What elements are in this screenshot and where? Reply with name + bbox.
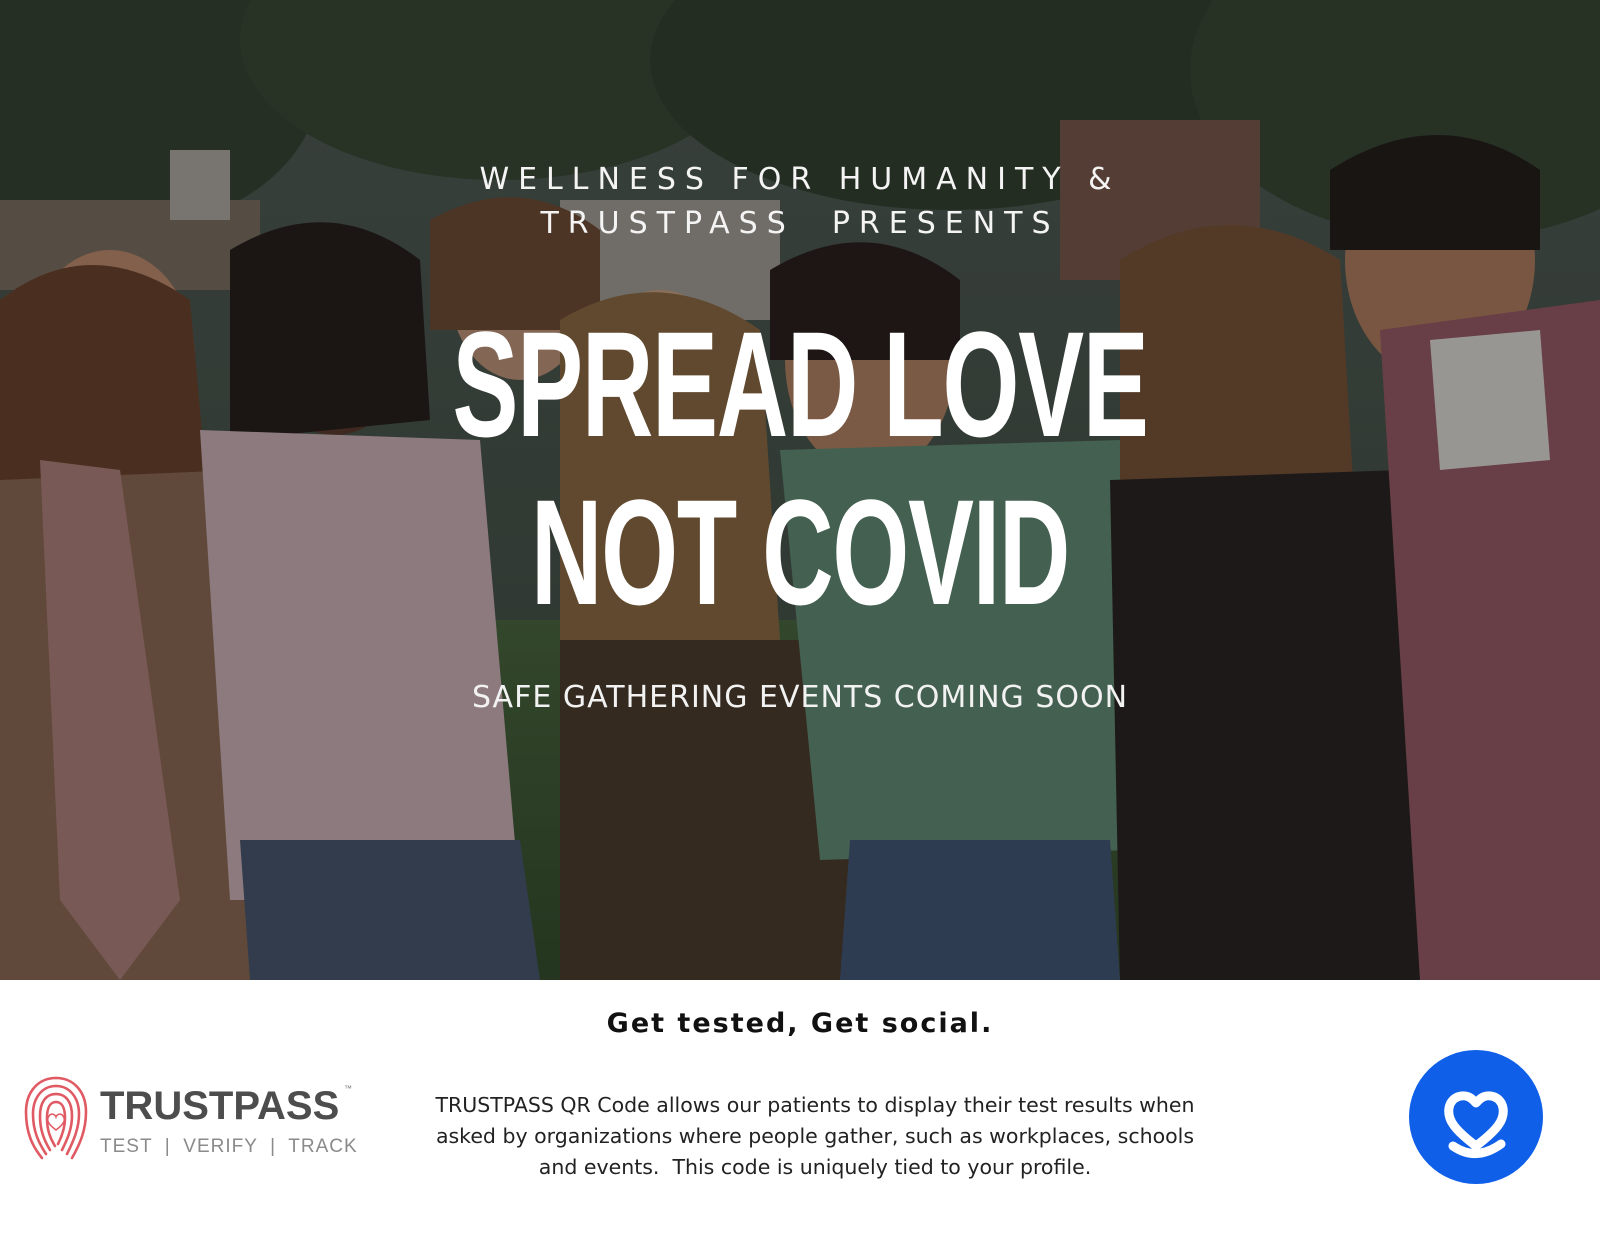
heart-check-icon <box>1444 1091 1508 1158</box>
event-poster: WELLNESS FOR HUMANITY & TRUSTPASS PRESEN… <box>0 0 1600 1236</box>
hero-section: WELLNESS FOR HUMANITY & TRUSTPASS PRESEN… <box>0 0 1600 980</box>
app-badge <box>1409 1050 1543 1184</box>
brand-name: TRUSTPASS <box>100 1084 340 1128</box>
tagline: Get tested, Get social. <box>606 1008 994 1039</box>
presenter-line-2: TRUSTPASS PRESENTS <box>540 206 1060 241</box>
trustpass-logo: TRUSTPASS ™ TEST | VERIFY | TRACK <box>22 1074 357 1174</box>
qr-code-description: TRUSTPASS QR Code allows our patients to… <box>400 1090 1230 1183</box>
headline-line-1: SPREAD LOVE <box>452 300 1148 468</box>
headline-line-2: NOT COVID <box>530 468 1070 636</box>
presenter-text: WELLNESS FOR HUMANITY & TRUSTPASS PRESEN… <box>0 158 1600 246</box>
brand-trademark: ™ <box>344 1084 352 1093</box>
headline: SPREAD LOVE NOT COVID <box>0 300 1600 636</box>
description-line-2: asked by organizations where people gath… <box>435 1124 1195 1148</box>
footer-section: Get tested, Get social. TRUSTPASS ™ TEST… <box>0 980 1600 1236</box>
fingerprint-heart-icon <box>24 1076 88 1160</box>
description-line-1: TRUSTPASS QR Code allows our patients to… <box>435 1093 1195 1117</box>
presenter-line-1: WELLNESS FOR HUMANITY & <box>479 162 1121 197</box>
subheadline: SAFE GATHERING EVENTS COMING SOON <box>471 680 1129 715</box>
brand-motto: TEST | VERIFY | TRACK <box>100 1136 358 1157</box>
description-line-3: and events. This code is uniquely tied t… <box>538 1155 1092 1179</box>
